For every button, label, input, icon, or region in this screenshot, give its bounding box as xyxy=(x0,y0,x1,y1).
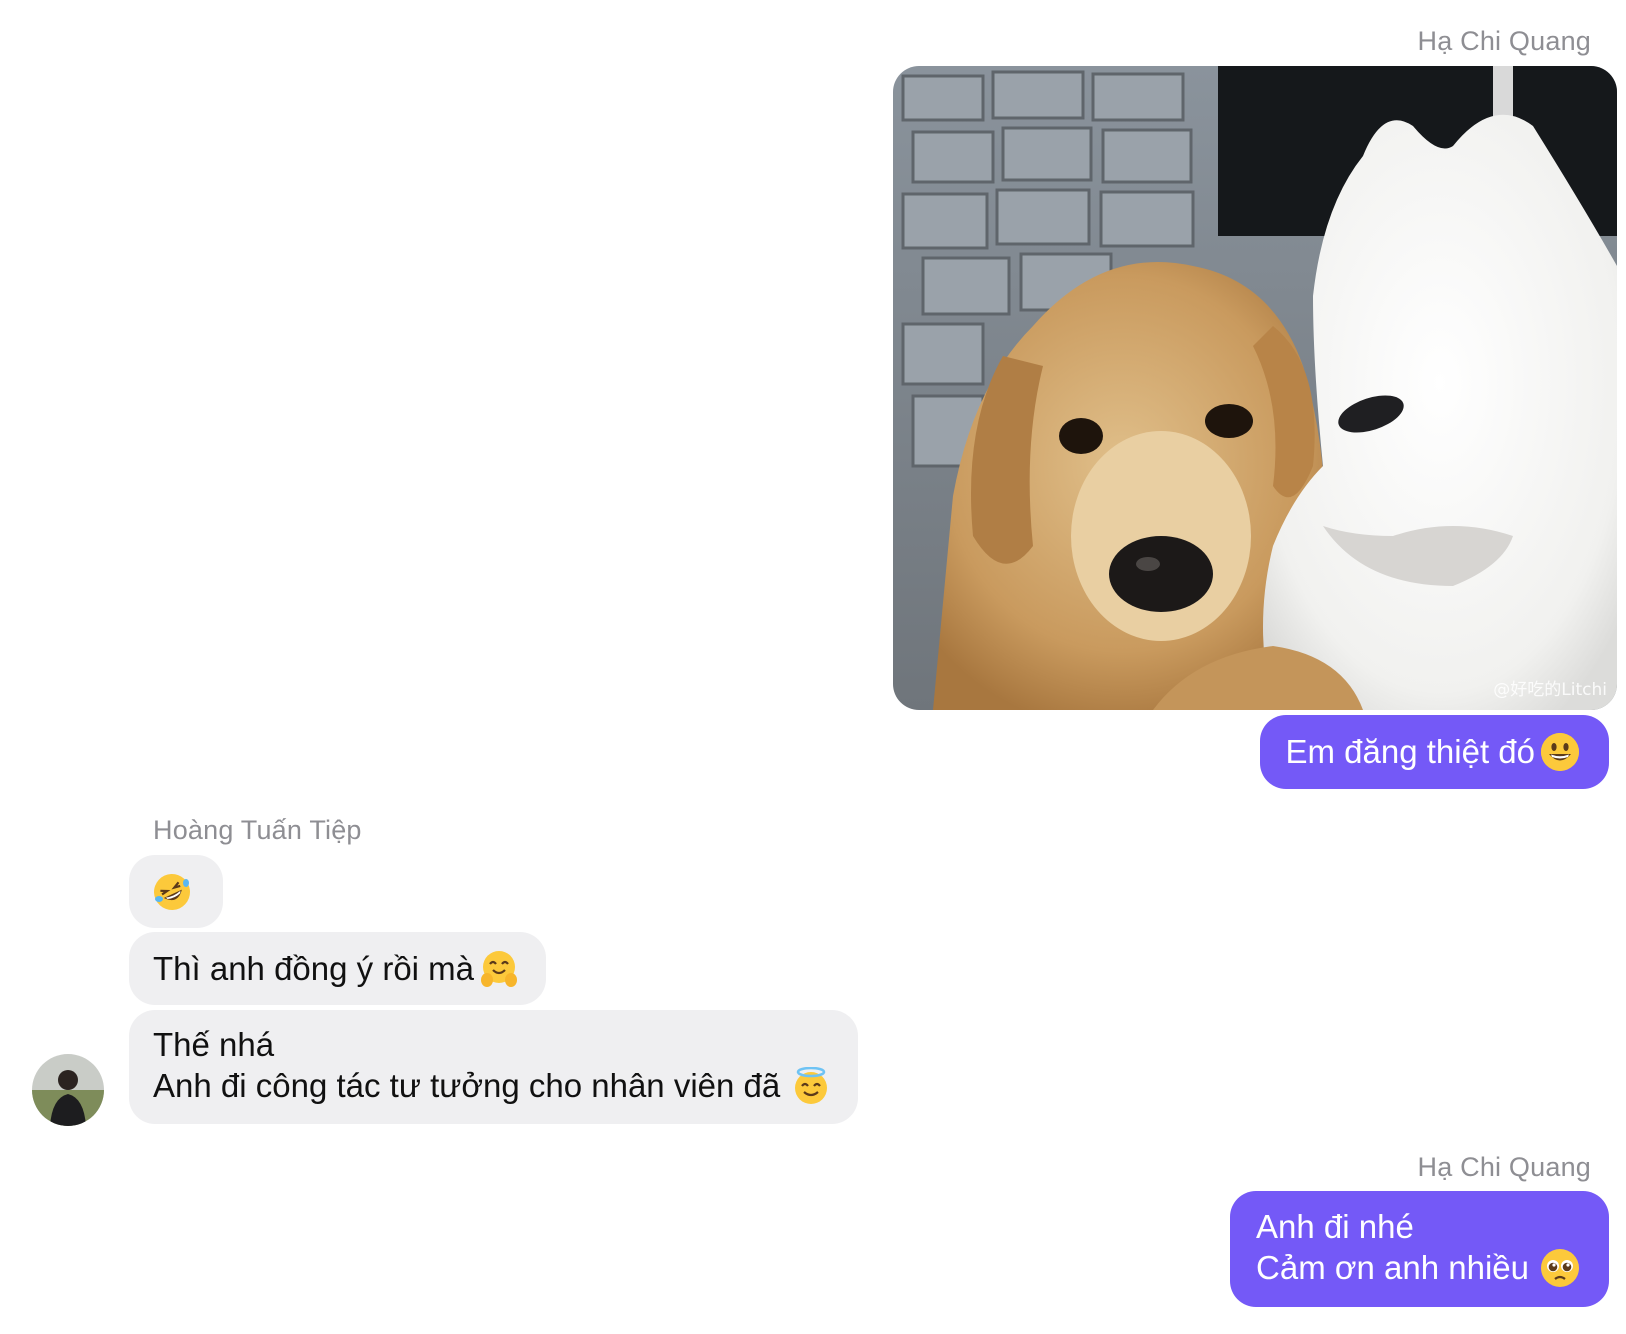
message-text: Em đăng thiệt đó xyxy=(1285,733,1536,770)
message-text-line-2: Anh đi công tác tư tưởng cho nhân viên đ… xyxy=(153,1067,781,1104)
grinning-face-emoji-icon xyxy=(1541,733,1579,771)
message-bubble-outgoing[interactable]: Em đăng thiệt đó xyxy=(1259,715,1609,789)
dogs-photo-icon xyxy=(893,66,1617,710)
photo-watermark: @好吃的Litchi xyxy=(1493,680,1607,700)
shared-photo[interactable]: @好吃的Litchi xyxy=(893,66,1617,710)
user-avatar-icon xyxy=(32,1054,104,1126)
hugging-face-emoji-icon xyxy=(480,950,518,988)
message-text-line-1: Thế nhá xyxy=(153,1026,275,1063)
message-bubble-incoming-emoji[interactable] xyxy=(129,855,223,928)
message-bubble-outgoing-multiline[interactable]: Anh đi nhé Cảm ơn anh nhiều xyxy=(1230,1191,1609,1307)
sender-name-hoang-tuan-tiep: Hoàng Tuấn Tiệp xyxy=(153,815,362,845)
message-bubble-incoming[interactable]: Thì anh đồng ý rồi mà xyxy=(129,932,547,1005)
sender-name-ha-chi-quang: Hạ Chi Quang xyxy=(1417,1152,1591,1182)
smiling-face-with-halo-emoji-icon xyxy=(792,1067,830,1105)
user-avatar[interactable] xyxy=(32,1054,104,1126)
message-bubble-incoming-multiline[interactable]: Thế nhá Anh đi công tác tư tưởng cho nhâ… xyxy=(129,1010,859,1124)
pleading-face-emoji-icon xyxy=(1541,1249,1579,1287)
sender-name-ha-chi-quang: Hạ Chi Quang xyxy=(1417,26,1591,56)
rolling-on-floor-laughing-emoji-icon xyxy=(153,873,191,911)
message-text-line-1: Anh đi nhé xyxy=(1256,1208,1414,1245)
message-text-line-2: Cảm ơn anh nhiều xyxy=(1256,1249,1529,1286)
message-text: Thì anh đồng ý rồi mà xyxy=(153,950,475,987)
